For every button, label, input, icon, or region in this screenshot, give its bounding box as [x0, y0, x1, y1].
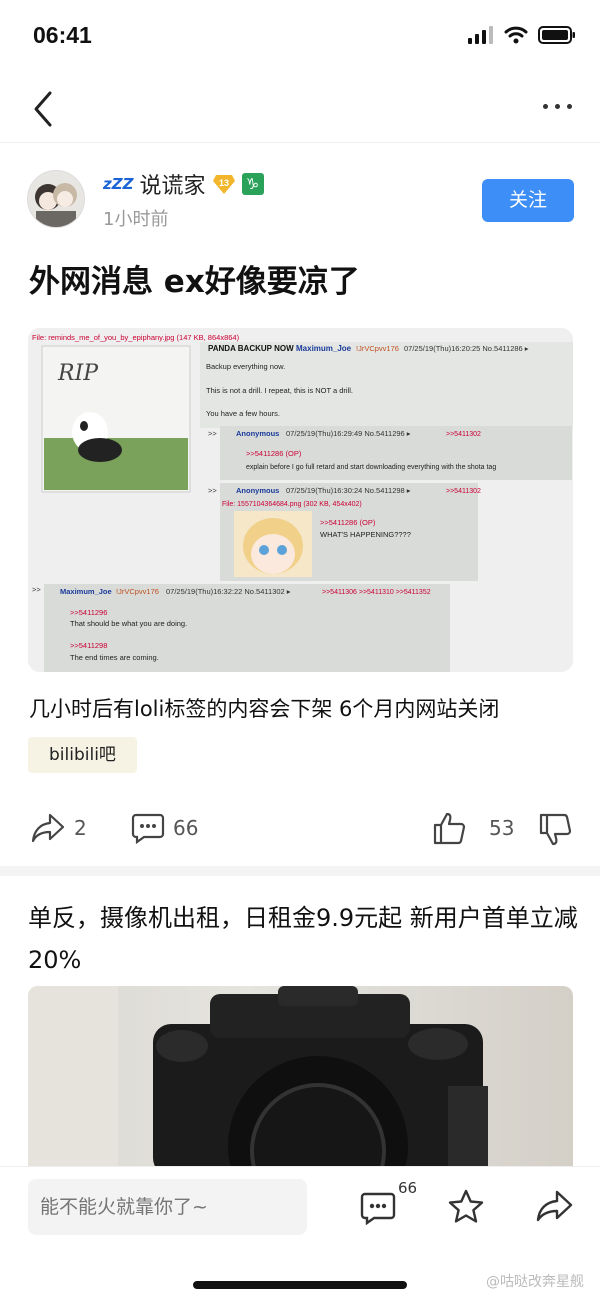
post-time: 1小时前: [103, 209, 169, 230]
reply1-name: Anonymous: [236, 429, 279, 438]
comment-icon: [131, 813, 165, 844]
post-description: 几小时后有loli标签的内容会下架 6个月内网站关闭: [29, 697, 500, 721]
reply2-file: File: 1557104364684.png (302 KB, 454x402…: [222, 501, 362, 508]
more-icon[interactable]: [543, 104, 572, 109]
home-indicator: [193, 1281, 407, 1289]
reply3-text-2: The end times are coming.: [70, 653, 159, 662]
signal-icon: [468, 26, 493, 44]
ad-title[interactable]: 单反，摄像机出租，日租金9.9元起 新用户首单立减20%: [28, 897, 588, 981]
status-icons: [468, 26, 576, 44]
reply1-meta: 07/25/19(Thu)16:29:49 No.5411296 ▸: [286, 429, 411, 438]
reply3-backlinks: >>5411306 >>5411310 >>5411352: [322, 589, 431, 596]
comment-count: 66: [173, 816, 199, 840]
reply1-backlink: >>5411302: [446, 431, 481, 438]
reply3-text-1: That should be what you are doing.: [70, 619, 187, 628]
thumbs-up-icon[interactable]: [432, 810, 466, 846]
op-line-1: Backup everything now.: [206, 362, 285, 371]
reply2-meta: 07/25/19(Thu)16:30:24 No.5411298 ▸: [286, 486, 411, 495]
back-icon[interactable]: [30, 89, 60, 129]
ad-image[interactable]: [28, 986, 573, 1176]
share-icon: [31, 813, 65, 843]
avatar[interactable]: [27, 170, 85, 228]
reply3-quote-2: >>5411298: [70, 641, 107, 650]
reply3-name: Maximum_Joe: [60, 587, 112, 596]
svg-text:>>: >>: [208, 486, 217, 495]
share-button[interactable]: 2: [30, 812, 87, 844]
status-bar: 06:41: [0, 0, 600, 74]
forum-tag[interactable]: bilibili吧: [28, 737, 137, 773]
zodiac-badge: ♑: [241, 173, 264, 195]
section-divider: [0, 866, 600, 876]
reply2-backlink: >>5411302: [446, 488, 481, 495]
reply3-meta: 07/25/19(Thu)16:32:22 No.5411302 ▸: [166, 587, 291, 596]
status-time: 06:41: [33, 22, 92, 48]
svg-text:13: 13: [218, 178, 228, 188]
post-title: 外网消息 ex好像要凉了: [29, 264, 360, 300]
comment-icon[interactable]: [360, 1191, 396, 1225]
comment-button[interactable]: 66: [131, 812, 198, 844]
forum-file-line: File: reminds_me_of_you_by_epiphany.jpg …: [32, 333, 240, 342]
op-meta: 07/25/19(Thu)16:20:25 No.5411286 ▸: [404, 344, 529, 353]
reply1-text: explain before I go full retard and star…: [246, 464, 496, 471]
username-row: zZZ 说谎家 13 ♑: [103, 168, 264, 200]
sleep-icon: zZZ: [103, 175, 134, 193]
thumbs-down-icon[interactable]: [538, 812, 572, 848]
wifi-icon: [504, 26, 528, 44]
username[interactable]: 说谎家: [139, 168, 205, 200]
share-count: 2: [74, 816, 87, 840]
post-actions: 2 66 53: [0, 808, 600, 852]
post-image[interactable]: File: reminds_me_of_you_by_epiphany.jpg …: [28, 328, 573, 672]
reply3-quote-1: >>5411296: [70, 608, 107, 617]
op-line-3: You have a few hours.: [206, 409, 280, 418]
op-name: Maximum_Joe: [296, 344, 352, 353]
nav-bar: [0, 74, 600, 143]
op-subject: PANDA BACKUP NOW: [208, 344, 294, 353]
like-count: 53: [489, 816, 515, 840]
reply2-name: Anonymous: [236, 486, 279, 495]
star-icon[interactable]: [447, 1188, 485, 1226]
comment-badge: 66: [398, 1179, 418, 1197]
svg-text:>>: >>: [208, 429, 217, 438]
share-icon[interactable]: [535, 1189, 573, 1223]
rip-text: RIP: [57, 361, 99, 386]
level-badge-icon: 13: [212, 175, 235, 194]
op-line-2: This is not a drill. I repeat, this is N…: [206, 386, 353, 395]
reply2-quote: >>5411286 (OP): [320, 518, 376, 527]
reply2-text: WHAT'S HAPPENING????: [320, 530, 411, 539]
watermark: @咕哒改奔星舰: [486, 1274, 584, 1290]
op-trip: !JrVCpvv176: [356, 344, 399, 353]
reply1-quote: >>5411286 (OP): [246, 449, 302, 458]
reply3-trip: !JrVCpvv176: [116, 587, 159, 596]
bottom-bar: 66 @咕哒改奔星舰: [0, 1166, 600, 1300]
svg-text:>>: >>: [32, 585, 41, 594]
comment-input[interactable]: [28, 1179, 307, 1235]
follow-button[interactable]: 关注: [482, 179, 574, 222]
battery-icon: [538, 26, 575, 44]
